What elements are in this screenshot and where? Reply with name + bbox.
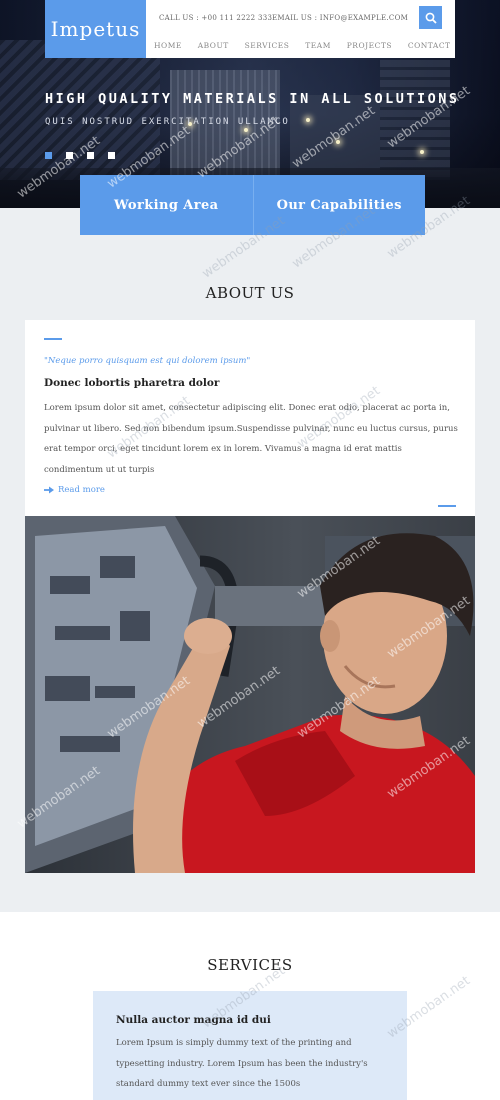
- about-photo: [25, 516, 475, 873]
- worker-photo-illustration: [25, 516, 475, 873]
- nav-about[interactable]: ABOUT: [198, 41, 229, 50]
- slider-dot-4[interactable]: [108, 152, 115, 159]
- slider-dot-1[interactable]: [45, 152, 52, 159]
- nav-projects[interactable]: PROJECTS: [347, 41, 392, 50]
- slider-dot-2[interactable]: [66, 152, 73, 159]
- hero-light: [244, 128, 248, 132]
- about-quote: "Neque porro quisquam est qui dolorem ip…: [44, 356, 251, 366]
- accent-rule: [438, 505, 456, 507]
- hero-title: HIGH QUALITY MATERIALS IN ALL SOLUTIONS: [45, 91, 460, 107]
- about-body: Lorem ipsum dolor sit amet, consectetur …: [44, 403, 458, 475]
- services-title: SERVICES: [207, 956, 293, 974]
- slider-dot-3[interactable]: [87, 152, 94, 159]
- hero-light: [420, 150, 424, 154]
- contact-email[interactable]: EMAIL US : INFO@EXAMPLE.COM: [272, 14, 408, 22]
- contact-phone: CALL US : +00 111 2222 333: [159, 14, 273, 22]
- nav-home[interactable]: HOME: [154, 41, 182, 50]
- feature-buttons: Working Area Our Capabilities: [80, 175, 425, 235]
- accent-rule: [44, 338, 62, 340]
- about-card: "Neque porro quisquam est qui dolorem ip…: [25, 320, 475, 516]
- brand-logo[interactable]: Impetus: [45, 0, 146, 58]
- service-heading: Nulla auctor magna id dui: [116, 1014, 271, 1026]
- about-title: ABOUT US: [205, 284, 295, 302]
- hero-bg-tower: [380, 60, 450, 180]
- nav-services[interactable]: SERVICES: [245, 41, 290, 50]
- working-area-button[interactable]: Working Area: [80, 175, 253, 235]
- service-body: Lorem Ipsum is simply dummy text of the …: [116, 1038, 368, 1089]
- hero-bg-structure: [0, 40, 160, 180]
- arrow-right-icon: [44, 486, 54, 494]
- about-heading: Donec lobortis pharetra dolor: [44, 377, 220, 389]
- hero-light: [306, 118, 310, 122]
- search-button[interactable]: [419, 6, 442, 29]
- hero-light: [336, 140, 340, 144]
- nav-contact[interactable]: CONTACT: [408, 41, 451, 50]
- slider-dots: [45, 152, 115, 159]
- read-more-label: Read more: [58, 485, 105, 495]
- nav-team[interactable]: TEAM: [305, 41, 331, 50]
- read-more-link[interactable]: Read more: [44, 485, 105, 495]
- hero-subtitle: QUIS NOSTRUD EXERCITATION ULLAMCO: [45, 117, 290, 127]
- service-card: Nulla auctor magna id dui Lorem Ipsum is…: [93, 991, 407, 1100]
- main-nav: HOME ABOUT SERVICES TEAM PROJECTS CONTAC…: [154, 41, 464, 50]
- search-icon: [425, 12, 437, 24]
- our-capabilities-button[interactable]: Our Capabilities: [252, 175, 425, 235]
